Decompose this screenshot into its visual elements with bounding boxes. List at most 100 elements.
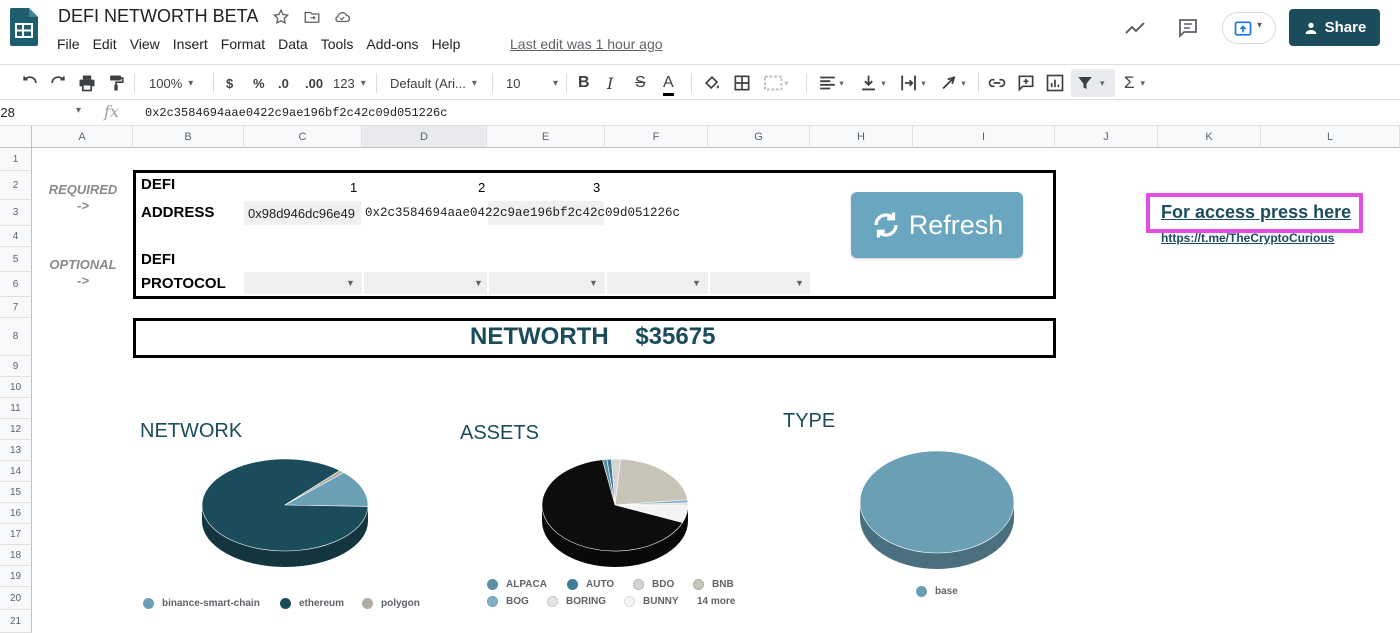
- paint-format-icon[interactable]: [106, 72, 126, 94]
- column-header-k[interactable]: K: [1158, 126, 1261, 148]
- menu-help[interactable]: Help: [432, 36, 461, 52]
- column-header-j[interactable]: J: [1055, 126, 1158, 148]
- last-edit-link[interactable]: Last edit was 1 hour ago: [510, 36, 663, 52]
- row-header[interactable]: 16: [0, 503, 32, 524]
- text-rotation-icon[interactable]: ▾: [938, 72, 972, 94]
- pie-slice-base[interactable]: [859, 450, 1015, 554]
- column-header-h[interactable]: H: [810, 126, 913, 148]
- telegram-link[interactable]: https://t.me/TheCryptoCurious: [1161, 231, 1334, 245]
- row-header[interactable]: 13: [0, 440, 32, 461]
- row-header[interactable]: 5: [0, 247, 32, 272]
- name-box[interactable]: D28: [0, 105, 71, 120]
- row-header[interactable]: 2: [0, 171, 32, 200]
- column-header-i[interactable]: I: [913, 126, 1055, 148]
- document-title[interactable]: DEFI NETWORTH BETA: [58, 6, 258, 27]
- protocol-dropdown-2[interactable]: [364, 272, 487, 294]
- dropdown-arrow-icon[interactable]: ▼: [346, 278, 355, 288]
- column-header-c[interactable]: C: [244, 126, 362, 148]
- functions-button[interactable]: Σ ▾: [1124, 72, 1145, 94]
- pie-slice-bnb[interactable]: [614, 458, 688, 506]
- protocol-dropdown-3[interactable]: [489, 272, 605, 294]
- font-size-select[interactable]: 10: [506, 72, 558, 94]
- print-icon[interactable]: [77, 72, 97, 94]
- column-header-a[interactable]: A: [32, 126, 133, 148]
- strikethrough-button[interactable]: S: [635, 72, 646, 94]
- row-header[interactable]: 11: [0, 398, 32, 419]
- comment-icon[interactable]: [1176, 16, 1200, 40]
- row-header[interactable]: 19: [0, 566, 32, 587]
- text-color-button[interactable]: A: [663, 72, 674, 96]
- dropdown-arrow-icon[interactable]: ▼: [589, 278, 598, 288]
- row-header[interactable]: 20: [0, 587, 32, 610]
- undo-icon[interactable]: [20, 72, 40, 94]
- column-header-e[interactable]: E: [487, 126, 605, 148]
- insert-comment-icon[interactable]: [1016, 72, 1036, 94]
- row-header[interactable]: 17: [0, 524, 32, 545]
- dropdown-arrow-icon[interactable]: ▼: [474, 278, 483, 288]
- font-family-select[interactable]: Default (Ari...: [390, 72, 482, 94]
- protocol-dropdown-1[interactable]: [244, 272, 362, 294]
- row-header[interactable]: 7: [0, 297, 32, 318]
- menu-edit[interactable]: Edit: [93, 36, 117, 52]
- more-formats-select[interactable]: 123: [333, 72, 366, 94]
- percent-format-button[interactable]: %: [253, 72, 265, 94]
- row-header[interactable]: 9: [0, 356, 32, 377]
- refresh-button[interactable]: Refresh: [851, 192, 1023, 258]
- currency-format-button[interactable]: $: [226, 72, 233, 94]
- share-button[interactable]: Share: [1289, 9, 1380, 46]
- row-header[interactable]: 4: [0, 226, 32, 247]
- row-header[interactable]: 1: [0, 148, 32, 171]
- menu-insert[interactable]: Insert: [173, 36, 208, 52]
- row-header[interactable]: 3: [0, 200, 32, 226]
- cloud-saved-icon[interactable]: [333, 8, 351, 26]
- menu-addons[interactable]: Add-ons: [366, 36, 418, 52]
- increase-decimal-button[interactable]: .00: [305, 72, 323, 94]
- column-header-g[interactable]: G: [708, 126, 810, 148]
- insert-link-icon[interactable]: [987, 72, 1007, 94]
- horizontal-align-icon[interactable]: ▾: [816, 72, 850, 94]
- chevron-down-icon[interactable]: ▾: [76, 105, 81, 116]
- present-button[interactable]: ▾: [1222, 12, 1276, 44]
- row-header[interactable]: 12: [0, 419, 32, 440]
- dropdown-arrow-icon[interactable]: ▼: [795, 278, 804, 288]
- bold-button[interactable]: B: [578, 72, 590, 94]
- column-header-l[interactable]: L: [1261, 126, 1400, 148]
- vertical-align-icon[interactable]: ▾: [858, 72, 892, 94]
- network-pie-chart[interactable]: [200, 455, 370, 575]
- merge-cells-icon[interactable]: ▾: [762, 72, 790, 94]
- menu-view[interactable]: View: [130, 36, 160, 52]
- redo-icon[interactable]: [48, 72, 68, 94]
- formula-input[interactable]: 0x2c3584694aae0422c9ae196bf2c42c09d05122…: [145, 106, 447, 120]
- filter-button[interactable]: ▾: [1071, 69, 1115, 97]
- row-header[interactable]: 10: [0, 377, 32, 398]
- decrease-decimal-button[interactable]: .0: [278, 72, 289, 94]
- row-header[interactable]: 14: [0, 461, 32, 482]
- menu-tools[interactable]: Tools: [321, 36, 354, 52]
- row-header[interactable]: 15: [0, 482, 32, 503]
- column-header-b[interactable]: B: [133, 126, 244, 148]
- assets-pie-chart[interactable]: [540, 455, 690, 575]
- column-header-f[interactable]: F: [605, 126, 708, 148]
- menu-file[interactable]: File: [57, 36, 80, 52]
- insert-chart-icon[interactable]: [1045, 72, 1065, 94]
- column-header-d[interactable]: D: [362, 126, 487, 148]
- borders-icon[interactable]: [732, 72, 752, 94]
- fill-color-icon[interactable]: [702, 72, 722, 94]
- dropdown-arrow-icon[interactable]: ▼: [692, 278, 701, 288]
- zoom-select[interactable]: 100%: [149, 72, 193, 94]
- row-header[interactable]: 21: [0, 610, 32, 633]
- row-header[interactable]: 18: [0, 545, 32, 566]
- activity-trend-icon[interactable]: [1123, 16, 1147, 40]
- row-header[interactable]: 8: [0, 318, 32, 356]
- select-all-corner[interactable]: [0, 126, 32, 148]
- italic-button[interactable]: I: [607, 72, 613, 94]
- move-folder-icon[interactable]: [303, 8, 321, 26]
- type-pie-chart[interactable]: [858, 447, 1016, 577]
- text-wrapping-icon[interactable]: ▾: [898, 72, 932, 94]
- sheets-logo-icon[interactable]: [10, 8, 38, 46]
- address-cell-1[interactable]: 0x98d946dc96e49: [244, 201, 361, 225]
- menu-data[interactable]: Data: [278, 36, 308, 52]
- access-link[interactable]: For access press here: [1161, 202, 1351, 223]
- address-cell-2[interactable]: 0x2c3584694aae0422c9ae196bf2c42c09d05122…: [365, 206, 680, 220]
- menu-format[interactable]: Format: [221, 36, 265, 52]
